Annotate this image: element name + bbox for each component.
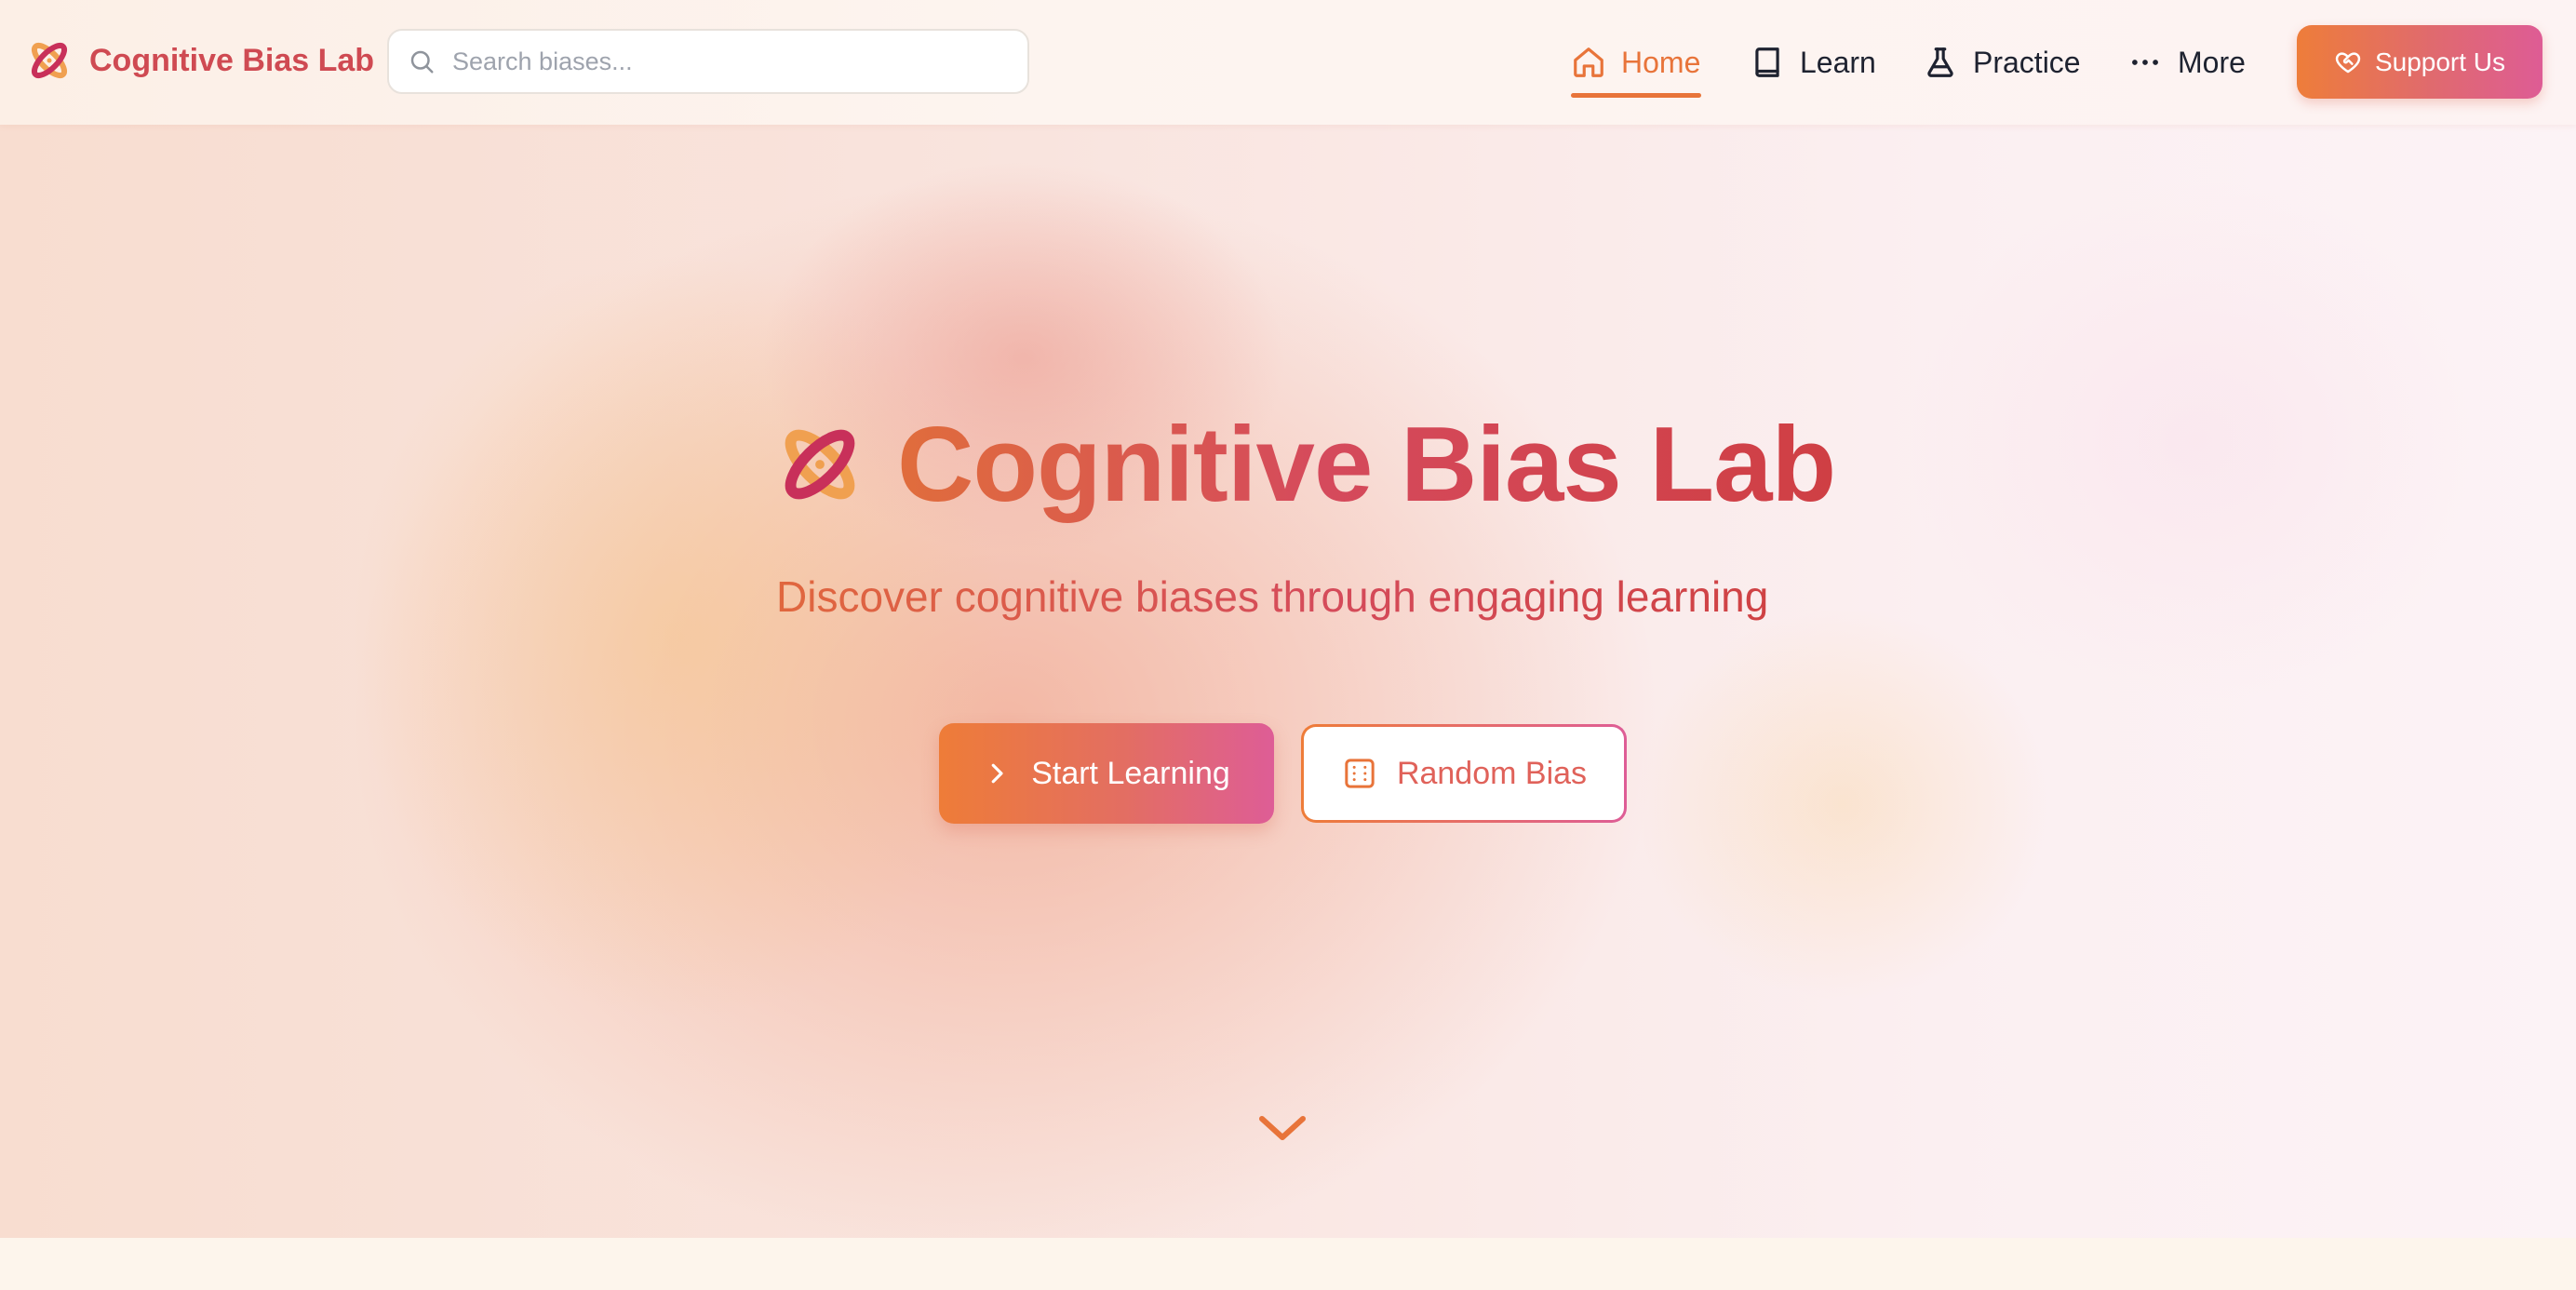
nav-item-home[interactable]: Home (1571, 34, 1700, 91)
start-learning-button[interactable]: Start Learning (939, 723, 1274, 824)
book-icon (1755, 47, 1779, 77)
brand-name: Cognitive Bias Lab (89, 42, 375, 78)
random-bias-label: Random Bias (1396, 755, 1588, 791)
flask-icon (1927, 47, 1953, 77)
dice-icon (1345, 759, 1375, 788)
search-icon (410, 50, 434, 74)
nav-label-learn: Learn (1800, 45, 1876, 79)
top-navbar: Cognitive Bias Lab Home Learn (0, 0, 2576, 125)
chevron-right-icon (991, 763, 1003, 784)
random-bias-button[interactable]: Random Bias (1301, 724, 1627, 823)
hero-subtitle: Discover cognitive biases through engagi… (776, 572, 1769, 621)
hero-title: Cognitive Bias Lab (897, 405, 1836, 524)
search-box[interactable] (387, 29, 1029, 94)
nav-label-practice: Practice (1973, 45, 2081, 79)
nav-label-home: Home (1621, 45, 1701, 79)
hero-heading: Cognitive Bias Lab (774, 404, 1836, 525)
active-nav-indicator (1571, 93, 1701, 98)
atom-logo-icon (31, 42, 68, 79)
hero-section: Cognitive Bias Lab Discover cognitive bi… (0, 125, 2576, 1238)
hero-background-glow (1908, 181, 2485, 702)
home-icon (1574, 47, 1603, 77)
support-us-button[interactable]: Support Us (2297, 25, 2542, 99)
chevron-down-icon[interactable] (1256, 1109, 1308, 1147)
heart-handshake-icon (2335, 51, 2361, 73)
page: Cognitive Bias Lab Home Learn (0, 0, 2576, 1290)
search-input[interactable] (452, 47, 1011, 76)
more-dots-icon (2132, 60, 2158, 65)
next-section-edge (0, 1238, 2576, 1290)
brand[interactable]: Cognitive Bias Lab (26, 34, 374, 87)
nav-label-more: More (2178, 45, 2246, 79)
nav-item-more[interactable]: More (2127, 34, 2246, 91)
hero-background-glow (1638, 609, 2047, 1000)
start-learning-label: Start Learning (1031, 755, 1230, 791)
atom-logo-icon (785, 429, 855, 500)
nav-item-learn[interactable]: Learn (1750, 34, 1876, 91)
support-us-label: Support Us (2374, 47, 2506, 76)
nav-item-practice[interactable]: Practice (1923, 34, 2081, 91)
